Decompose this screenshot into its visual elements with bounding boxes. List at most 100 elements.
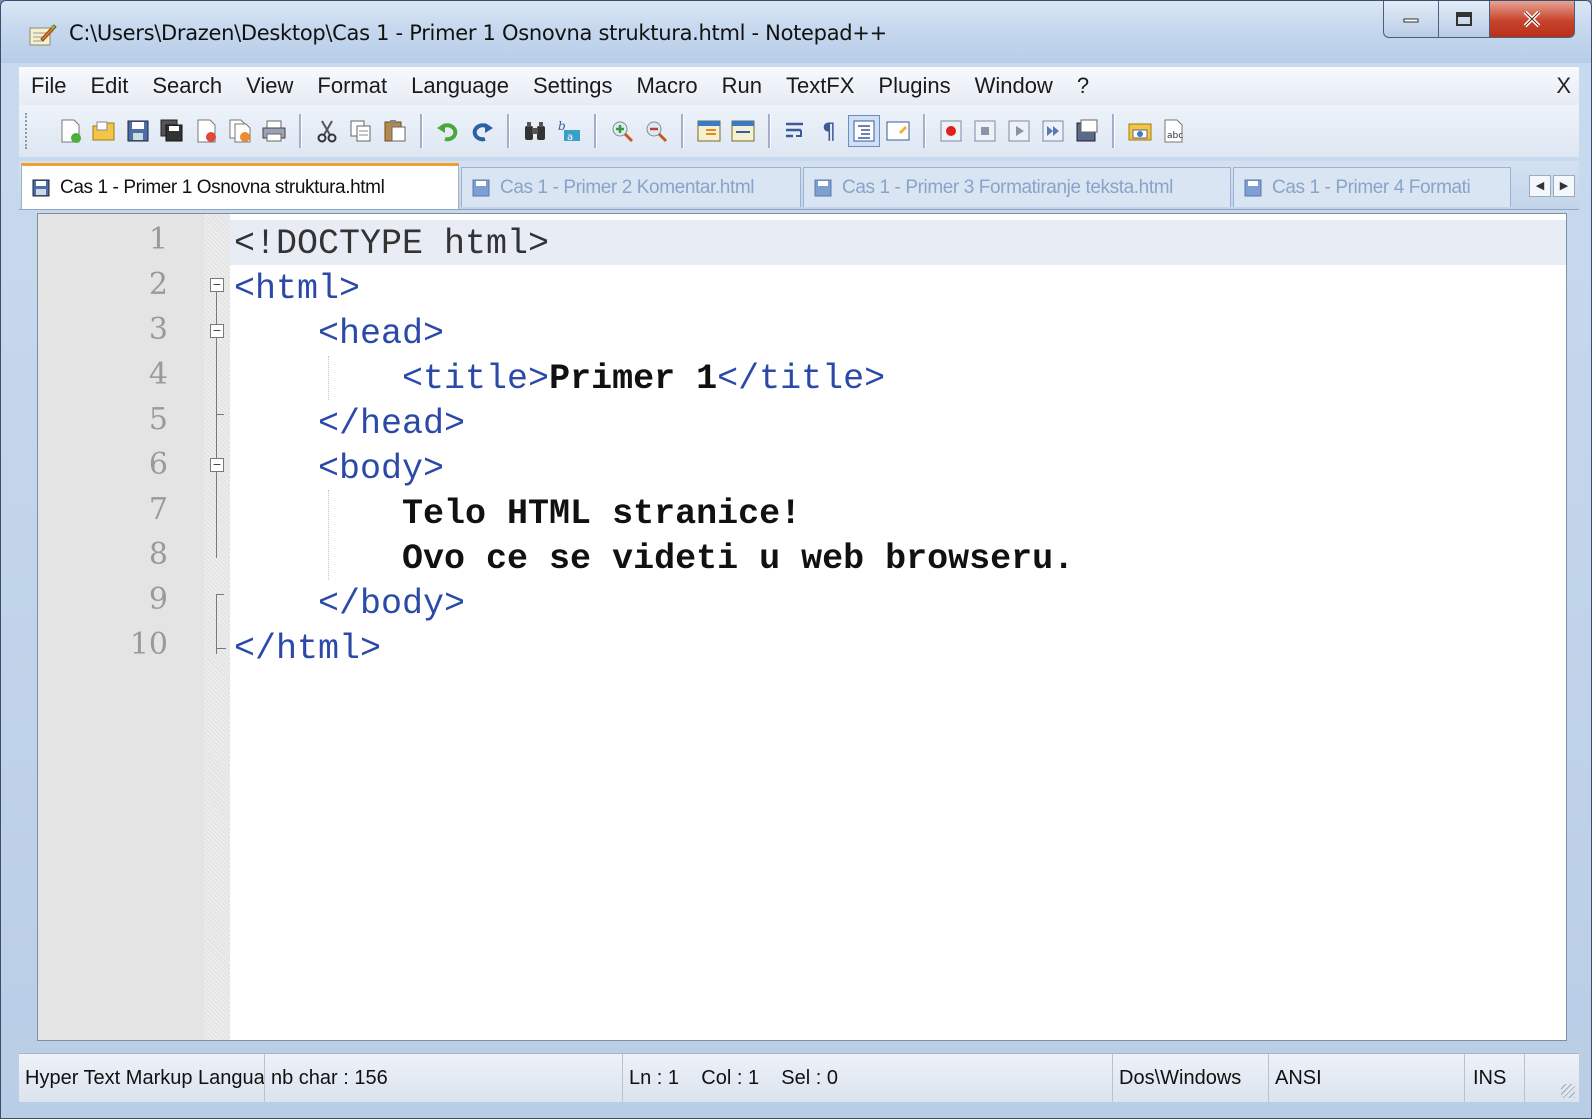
html-tag-token: </head> [318,404,466,444]
menu-file[interactable]: File [19,67,78,105]
code-text: <html> [234,269,360,309]
code-line[interactable]: 9 </body> [38,580,1566,625]
menu-view[interactable]: View [234,67,305,105]
sync-vertical-button[interactable] [694,116,724,146]
menu-macro[interactable]: Macro [624,67,709,105]
indent-guide [328,490,329,580]
maximize-button[interactable] [1439,1,1490,38]
code-text: <head> [234,314,444,354]
zoom-in-button[interactable] [607,116,637,146]
menu-help[interactable]: ? [1065,67,1101,105]
zoom-out-button[interactable] [641,116,671,146]
fold-collapse-head-icon[interactable]: − [210,324,224,338]
pilcrow-icon: ¶ [822,120,836,144]
menu-textfx[interactable]: TextFX [774,67,866,105]
find-button[interactable] [520,116,550,146]
minimize-button[interactable] [1383,1,1439,38]
status-insert-mode: INS [1465,1054,1525,1102]
save-all-button[interactable] [157,116,187,146]
code-text: Ovo ce se videti u web browseru. [234,539,1074,579]
menu-run[interactable]: Run [710,67,774,105]
undo-button[interactable] [433,116,463,146]
resize-grip[interactable] [1561,1084,1575,1098]
menu-settings[interactable]: Settings [521,67,625,105]
menu-language[interactable]: Language [399,67,521,105]
code-line[interactable]: 5 </head> [38,400,1566,445]
redo-button[interactable] [467,116,497,146]
tab-primer-4[interactable]: Cas 1 - Primer 4 Formati [1233,167,1511,207]
html-tag-token: </title> [717,359,886,399]
line-number: 4 [148,357,168,392]
sync-vertical-scroll-icon [697,120,721,142]
close-file-button[interactable] [191,116,221,146]
cut-button[interactable] [312,116,342,146]
save-macro-button[interactable] [1072,116,1102,146]
code-line[interactable]: 1 <!DOCTYPE html> [38,220,1566,265]
code-line[interactable]: 4 <title>Primer 1</title> [38,355,1566,400]
code-line[interactable]: 2 <html> [38,265,1566,310]
print-button[interactable] [259,116,289,146]
line-number: 1 [148,222,168,257]
fold-collapse-body-icon[interactable]: − [210,458,224,472]
undo-icon [437,123,458,142]
playback-macro-button[interactable] [1004,116,1034,146]
tab-primer-3[interactable]: Cas 1 - Primer 3 Formatiranje teksta.htm… [803,167,1231,207]
run-macro-multiple-button[interactable] [1038,116,1068,146]
tab-scroll-left-button[interactable]: ◀ [1529,175,1551,197]
code-text: <title>Primer 1</title> [234,359,885,399]
close-all-button[interactable] [225,116,255,146]
record-macro-button[interactable] [936,116,966,146]
code-line[interactable]: 6 <body> [38,445,1566,490]
menu-plugins[interactable]: Plugins [866,67,962,105]
code-line[interactable]: 7 Telo HTML stranice! [38,490,1566,535]
status-cursor-position: Ln : 1 Col : 1 Sel : 0 [623,1054,1113,1102]
stop-icon [974,120,996,142]
code-line[interactable]: 8 Ovo ce se videti u web browseru. [38,535,1566,580]
svg-text:¶: ¶ [822,120,836,144]
tab-label: Cas 1 - Primer 1 Osnovna struktura.html [60,176,385,198]
show-all-characters-button[interactable]: ¶ [815,116,845,146]
launch-browser-button[interactable] [1125,116,1155,146]
replace-button[interactable]: ba [554,116,584,146]
user-defined-language-button[interactable] [883,116,913,146]
close-button[interactable] [1490,1,1575,38]
spell-check-button[interactable]: abc [1159,116,1189,146]
open-file-button[interactable] [89,116,119,146]
close-document-button[interactable]: X [1556,67,1571,105]
code-text: <!DOCTYPE html> [234,224,549,264]
code-line[interactable]: 3 <head> [38,310,1566,355]
browser-icon [1128,123,1152,141]
tab-scroll-right-button[interactable]: ▶ [1553,175,1575,197]
saved-file-icon [472,179,490,196]
tab-primer-1[interactable]: Cas 1 - Primer 1 Osnovna struktura.html [21,163,459,209]
menu-format[interactable]: Format [305,67,399,105]
svg-text:abc: abc [1167,131,1183,141]
paste-button[interactable] [380,116,410,146]
sync-horizontal-button[interactable] [728,116,758,146]
new-file-button[interactable] [55,116,85,146]
copy-button[interactable] [346,116,376,146]
fold-line [216,594,217,654]
code-text: </head> [234,404,465,444]
indent-guide-button[interactable] [848,115,880,147]
menu-edit[interactable]: Edit [78,67,140,105]
code-line[interactable]: 10 </html> [38,625,1566,670]
stop-recording-button[interactable] [970,116,1000,146]
code-text: </body> [234,584,465,624]
menu-search[interactable]: Search [140,67,234,105]
html-tag-token: </html> [234,629,382,669]
zoom-out-icon [646,121,668,143]
fold-collapse-html-icon[interactable]: − [210,278,224,292]
word-wrap-button[interactable] [781,116,811,146]
sync-horizontal-scroll-icon [731,120,755,142]
menu-window[interactable]: Window [963,67,1065,105]
toolbar-grip[interactable] [25,113,31,149]
code-editor[interactable]: 1 <!DOCTYPE html> 2 <html> 3 <head> 4 <title>… [37,213,1567,1041]
title-bar[interactable]: C:\Users\Drazen\Desktop\Cas 1 - Primer 1… [1,1,1591,63]
tab-primer-2[interactable]: Cas 1 - Primer 2 Komentar.html [461,167,801,207]
fold-end-mark [216,648,226,649]
save-button[interactable] [123,116,153,146]
notepadpp-app-icon[interactable] [27,23,57,47]
